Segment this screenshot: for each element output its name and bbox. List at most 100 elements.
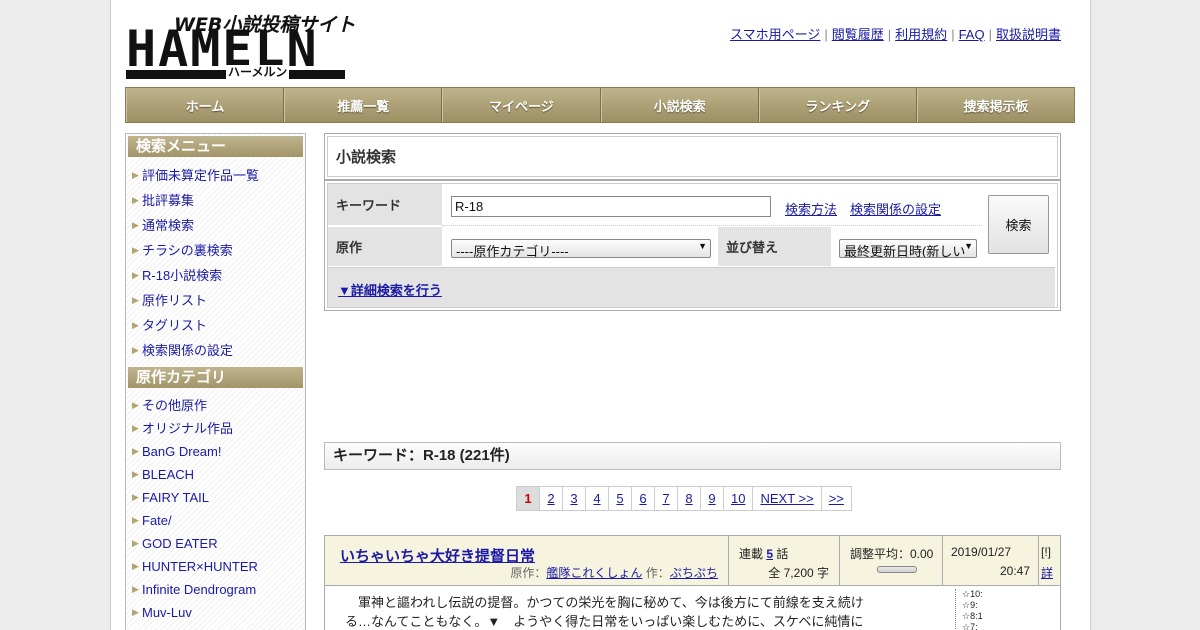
detail-link[interactable]: 詳 xyxy=(1041,564,1053,581)
page-last[interactable]: >> xyxy=(820,486,852,511)
category-item[interactable]: ▶ Muv-Luv xyxy=(128,601,303,624)
search-title-box: 小説検索 xyxy=(324,133,1061,180)
sidebar-item[interactable]: ▶ タグリスト xyxy=(128,313,303,338)
arrow-icon: ▶ xyxy=(132,295,139,305)
sidebar-link[interactable]: タグリスト xyxy=(142,318,207,333)
sidebar-item[interactable]: ▶ 批評募集 xyxy=(128,188,303,213)
category-link[interactable]: Fate/ xyxy=(142,513,172,528)
main-nav: ホーム 推薦一覧 マイページ 小説検索 ランキング 捜索掲示板 xyxy=(125,87,1075,123)
keyword-input[interactable] xyxy=(451,196,771,217)
category-item[interactable]: ▶ GOD EATER xyxy=(128,532,303,555)
page-link[interactable]: 10 xyxy=(723,486,754,511)
nav-mypage[interactable]: マイページ xyxy=(442,88,601,122)
origin-select-value: ----原作カテゴリ---- xyxy=(456,244,569,258)
category-link[interactable]: Muv-Luv xyxy=(142,605,192,620)
sort-select-value: 最終更新日時(新しい xyxy=(844,244,966,258)
author-link[interactable]: ぷちぷち xyxy=(670,566,718,580)
pagination: 1 2 3 4 5 6 7 8 9 10 NEXT >> >> xyxy=(516,486,852,511)
arrow-icon: ▶ xyxy=(132,607,139,617)
sidebar-category-list: ▶ その他原作 ▶ オリジナル作品 ▶ BanG Dream! ▶ BLEACH ▶ FA… xyxy=(128,394,303,624)
page-link[interactable]: 5 xyxy=(608,486,632,511)
link-manual[interactable]: 取扱説明書 xyxy=(996,27,1061,42)
arrow-icon: ▶ xyxy=(132,320,139,330)
nav-novel-search[interactable]: 小説検索 xyxy=(600,88,759,122)
category-link[interactable]: オリジナル作品 xyxy=(142,421,233,436)
arrow-icon: ▶ xyxy=(132,561,139,571)
rating-row: ☆10: xyxy=(962,589,983,599)
page-next[interactable]: NEXT >> xyxy=(752,486,822,511)
category-link[interactable]: HUNTER×HUNTER xyxy=(142,559,258,574)
category-link[interactable]: BLEACH xyxy=(142,467,194,482)
page-link[interactable]: 7 xyxy=(654,486,678,511)
link-smartphone[interactable]: スマホ用ページ xyxy=(730,27,820,42)
char-count: 全 7,200 字 xyxy=(768,566,829,580)
sidebar-link[interactable]: 検索関係の設定 xyxy=(142,343,233,358)
category-link[interactable]: GOD EATER xyxy=(142,536,218,551)
episodes-link[interactable]: 5 xyxy=(766,547,773,561)
sidebar-link[interactable]: 通常検索 xyxy=(142,218,194,233)
serial-column: 連載 5 話 全 7,200 字 xyxy=(728,536,839,585)
category-item[interactable]: ▶ Infinite Dendrogram xyxy=(128,578,303,601)
sidebar-link[interactable]: 批評募集 xyxy=(142,193,194,208)
category-link[interactable]: Infinite Dendrogram xyxy=(142,582,256,597)
arrow-icon: ▶ xyxy=(132,492,139,502)
category-link[interactable]: FAIRY TAIL xyxy=(142,490,209,505)
category-item[interactable]: ▶ HUNTER×HUNTER xyxy=(128,555,303,578)
nav-home[interactable]: ホーム xyxy=(126,88,285,122)
detail-search-link[interactable]: ▼詳細検索を行う xyxy=(338,280,442,299)
nav-ranking[interactable]: ランキング xyxy=(758,88,917,122)
arrow-icon: ▶ xyxy=(132,400,139,410)
sidebar-link[interactable]: 評価未算定作品一覧 xyxy=(142,168,259,183)
category-item[interactable]: ▶ FAIRY TAIL xyxy=(128,486,303,509)
sidebar-item[interactable]: ▶ 検索関係の設定 xyxy=(128,338,303,363)
page-link[interactable]: 4 xyxy=(585,486,609,511)
sidebar-item[interactable]: ▶ R-18小説検索 xyxy=(128,263,303,288)
link-faq[interactable]: FAQ xyxy=(959,27,985,42)
sidebar-item[interactable]: ▶ チラシの裏検索 xyxy=(128,238,303,263)
category-item[interactable]: ▶ その他原作 xyxy=(128,394,303,417)
category-item[interactable]: ▶ BanG Dream! xyxy=(128,440,303,463)
sidebar-link[interactable]: 原作リスト xyxy=(142,293,207,308)
entry-title-link[interactable]: いちゃいちゃ大好き提督日常 xyxy=(340,545,535,566)
category-item[interactable]: ▶ Fate/ xyxy=(128,509,303,532)
link-terms[interactable]: 利用規約 xyxy=(895,27,947,42)
sidebar-link[interactable]: R-18小説検索 xyxy=(142,268,222,283)
site-logo[interactable]: WEB小説投稿サイト HAMELN ハーメルン xyxy=(126,10,355,80)
search-help-link[interactable]: 検索方法 xyxy=(785,199,837,218)
category-link[interactable]: BanG Dream! xyxy=(142,444,221,459)
separator: | xyxy=(887,27,892,42)
origin-link[interactable]: 艦隊これくしょん xyxy=(546,566,642,580)
page-link[interactable]: 8 xyxy=(677,486,701,511)
category-item[interactable]: ▶ BLEACH xyxy=(128,463,303,486)
sidebar-menu-heading: 検索メニュー xyxy=(128,136,303,157)
sidebar-item[interactable]: ▶ 原作リスト xyxy=(128,288,303,313)
warning-flag: [!] xyxy=(1041,545,1052,559)
search-settings-link[interactable]: 検索関係の設定 xyxy=(850,199,941,218)
category-item[interactable]: ▶ オリジナル作品 xyxy=(128,417,303,440)
nav-board[interactable]: 捜索掲示板 xyxy=(916,88,1074,122)
page-link[interactable]: 6 xyxy=(631,486,655,511)
flag-column: [!] 詳 xyxy=(1038,536,1060,585)
description-line: る…なんてこともなく。▼ ようやく得た日常をいっぱい楽しむために、スケベに純情に xyxy=(345,614,864,629)
page-link[interactable]: 2 xyxy=(539,486,563,511)
arrow-icon: ▶ xyxy=(132,245,139,255)
page-link[interactable]: 9 xyxy=(700,486,724,511)
score-bar xyxy=(877,566,917,573)
entry-header: いちゃいちゃ大好き提督日常 原作：艦隊これくしょん 作：ぷちぷち 連載 5 話 … xyxy=(325,536,1060,586)
separator: | xyxy=(824,27,828,42)
sidebar-link[interactable]: チラシの裏検索 xyxy=(142,243,233,258)
nav-recommend[interactable]: 推薦一覧 xyxy=(284,88,443,122)
link-history[interactable]: 閲覧履歴 xyxy=(832,27,884,42)
sort-select[interactable]: 最終更新日時(新しい ▼ xyxy=(839,239,977,258)
separator: | xyxy=(951,27,955,42)
results-heading: キーワード：R-18 (221件) xyxy=(324,442,1061,470)
logo-kana: ハーメルン xyxy=(226,65,290,79)
search-button[interactable]: 検索 xyxy=(988,195,1049,254)
sidebar-item[interactable]: ▶ 評価未算定作品一覧 xyxy=(128,163,303,188)
sidebar-item[interactable]: ▶ 通常検索 xyxy=(128,213,303,238)
detail-search-row: ▼詳細検索を行う xyxy=(328,267,1055,307)
arrow-icon: ▶ xyxy=(132,515,139,525)
category-link[interactable]: その他原作 xyxy=(142,398,207,413)
page-link[interactable]: 3 xyxy=(562,486,586,511)
origin-select[interactable]: ----原作カテゴリ---- ▼ xyxy=(451,239,711,258)
